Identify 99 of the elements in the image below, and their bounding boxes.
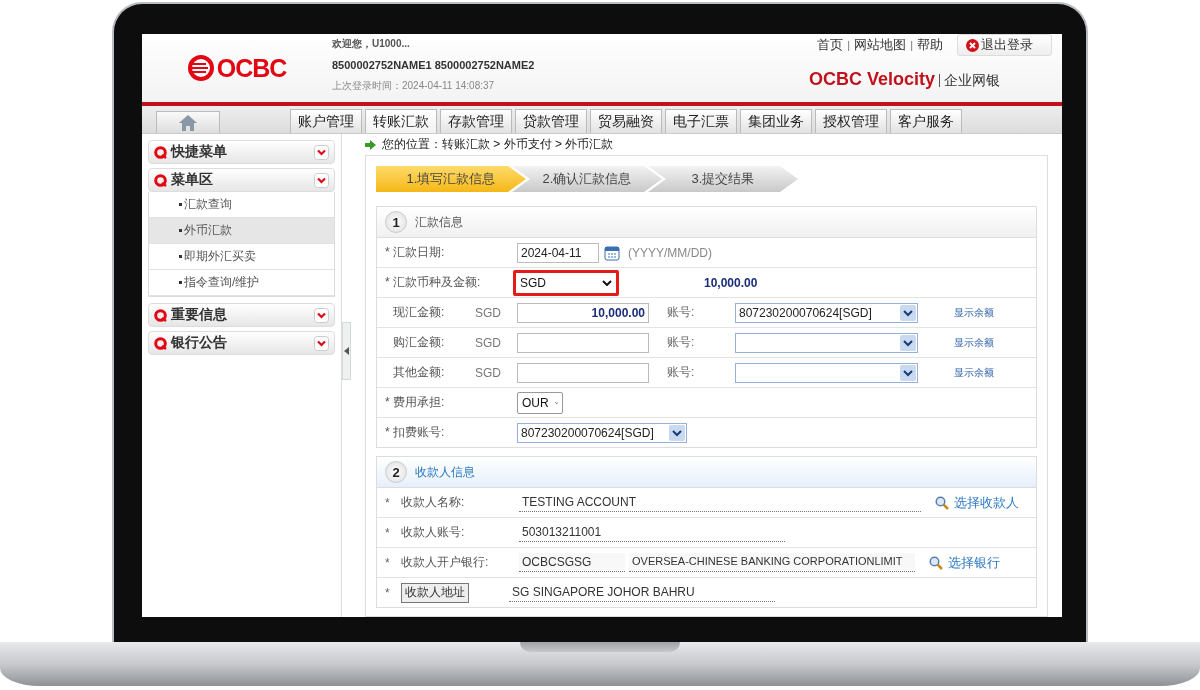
menu-header[interactable]: 菜单区: [148, 168, 335, 192]
field-value: SG SINGAPORE JOHOR BAHRU: [509, 583, 775, 602]
menu-item[interactable]: 外币汇款: [149, 218, 334, 244]
section-title: 汇款信息: [415, 213, 463, 231]
step-number: 1: [385, 211, 407, 233]
account-select[interactable]: [735, 332, 918, 353]
field-value: OCBCSGSG: [519, 553, 625, 572]
required-mark: *: [385, 495, 391, 510]
chevron-icon: [314, 172, 329, 188]
menu-item[interactable]: 即期外汇买卖: [149, 244, 334, 270]
account-select[interactable]: [735, 362, 918, 383]
brand-name: OCBC Velocity: [808, 69, 935, 90]
separator: |: [910, 39, 913, 51]
section-title: 收款人信息: [415, 463, 475, 481]
header-link[interactable]: 首页: [817, 36, 844, 54]
calendar-icon: [604, 244, 620, 261]
field-label: 收款人账号:: [401, 524, 466, 541]
arrow-icon: [365, 139, 376, 150]
field-value: OVERSEA-CHINESE BANKING CORPORATIONLIMIT: [629, 553, 915, 572]
field-label: 账号:: [666, 334, 696, 351]
breadcrumb: 您的位置：转账汇款 > 外币支付 > 外币汇款: [382, 136, 614, 153]
menu-header[interactable]: 银行公告: [148, 331, 335, 355]
currency-code: SGD: [475, 335, 502, 350]
address-button[interactable]: 收款人地址: [401, 582, 469, 603]
field-label: 账号:: [666, 364, 696, 381]
field-label: 购汇金额:: [392, 334, 446, 351]
home-icon: [178, 113, 198, 132]
logout-button[interactable]: 退出登录: [957, 34, 1052, 56]
field-label: 账号:: [666, 304, 696, 321]
nav-tab[interactable]: 授权管理: [815, 109, 887, 133]
menu-title: 快捷菜单: [171, 143, 228, 161]
collapse-arrow-icon: [344, 347, 349, 355]
fee-select[interactable]: OUR: [517, 391, 563, 414]
search-link[interactable]: 选择收款人: [935, 493, 1019, 512]
nav-tab[interactable]: 存款管理: [440, 109, 512, 133]
menu-item[interactable]: 指令查询/维护: [149, 270, 334, 296]
menu-title: 菜单区: [171, 171, 214, 189]
header-link[interactable]: 帮助: [917, 36, 943, 54]
account-select[interactable]: 807230200070624[SGD]: [735, 302, 918, 323]
menu-title: 银行公告: [171, 334, 228, 352]
ring-icon: [154, 336, 167, 350]
field-value: 503013211001: [519, 523, 785, 542]
field-label: * 费用承担:: [385, 394, 446, 411]
search-link[interactable]: 选择银行: [929, 553, 1000, 572]
amount-total: 10,000.00: [704, 275, 758, 290]
field-label: * 汇款日期:: [385, 244, 446, 261]
menu-header[interactable]: 重要信息: [148, 303, 335, 327]
search-icon: [935, 495, 949, 510]
account-names: 8500002752NAME1 8500002752NAME2: [332, 59, 536, 71]
field-label: * 扣费账号:: [385, 424, 446, 441]
field-label: 收款人开户银行:: [401, 554, 490, 571]
splitter-handle[interactable]: [342, 322, 351, 380]
close-icon: [966, 38, 979, 52]
nav-tab[interactable]: 贷款管理: [515, 109, 587, 133]
home-tab[interactable]: [156, 111, 220, 133]
logo-text: OCBC: [216, 53, 287, 83]
separator: |: [847, 39, 851, 51]
amount-field[interactable]: [517, 362, 649, 383]
search-icon: [929, 555, 943, 570]
nav-tab[interactable]: 集团业务: [740, 109, 812, 133]
field-label: 收款人名称:: [401, 494, 466, 511]
required-mark: *: [385, 525, 391, 540]
amount-field[interactable]: 10,000.00: [517, 302, 649, 323]
header-link[interactable]: 网站地图: [854, 36, 907, 54]
caret-icon: [602, 279, 612, 286]
nav-tab[interactable]: 转账汇款: [365, 109, 437, 133]
currency-code: SGD: [475, 365, 502, 380]
nav-tab[interactable]: 账户管理: [290, 109, 362, 133]
chevron-icon: [314, 144, 329, 160]
date-format-hint: (YYYY/MM/DD): [628, 245, 712, 260]
date-field[interactable]: 2024-04-11: [517, 242, 599, 263]
nav-tab[interactable]: 电子汇票: [665, 109, 737, 133]
field-label: 现汇金额:: [392, 304, 446, 321]
chevron-icon: [314, 335, 329, 351]
chevron-icon: [314, 307, 329, 323]
nav-tab[interactable]: 贸易融资: [590, 109, 662, 133]
field-value: TESTING ACCOUNT: [519, 493, 921, 512]
ring-icon: [154, 173, 167, 187]
amount-field[interactable]: [517, 332, 649, 353]
last-login-text: 上次登录时间：2024-04-11 14:08:37: [332, 79, 496, 93]
menu-title: 重要信息: [171, 306, 228, 324]
field-label: 其他金额:: [392, 364, 446, 381]
step-number: 2: [385, 461, 407, 483]
menu-header[interactable]: 快捷菜单: [148, 140, 335, 164]
required-mark: *: [385, 555, 391, 570]
show-balance-link[interactable]: 显示余额: [954, 335, 994, 350]
logo-icon: [187, 55, 214, 81]
welcome-text: 欢迎您，U1000...: [332, 37, 411, 51]
account-select[interactable]: 807230200070624[SGD]: [517, 422, 687, 443]
show-balance-link[interactable]: 显示余额: [954, 365, 994, 380]
nav-tab[interactable]: 客户服务: [890, 109, 962, 133]
brand-subtitle: 企业网银: [939, 74, 1000, 87]
ring-icon: [154, 308, 167, 322]
currency-select[interactable]: SGD: [513, 269, 619, 296]
show-balance-link[interactable]: 显示余额: [954, 305, 994, 320]
required-mark: *: [385, 585, 391, 600]
field-label: * 汇款币种及金额:: [385, 274, 482, 291]
currency-code: SGD: [475, 305, 502, 320]
ring-icon: [154, 145, 167, 159]
